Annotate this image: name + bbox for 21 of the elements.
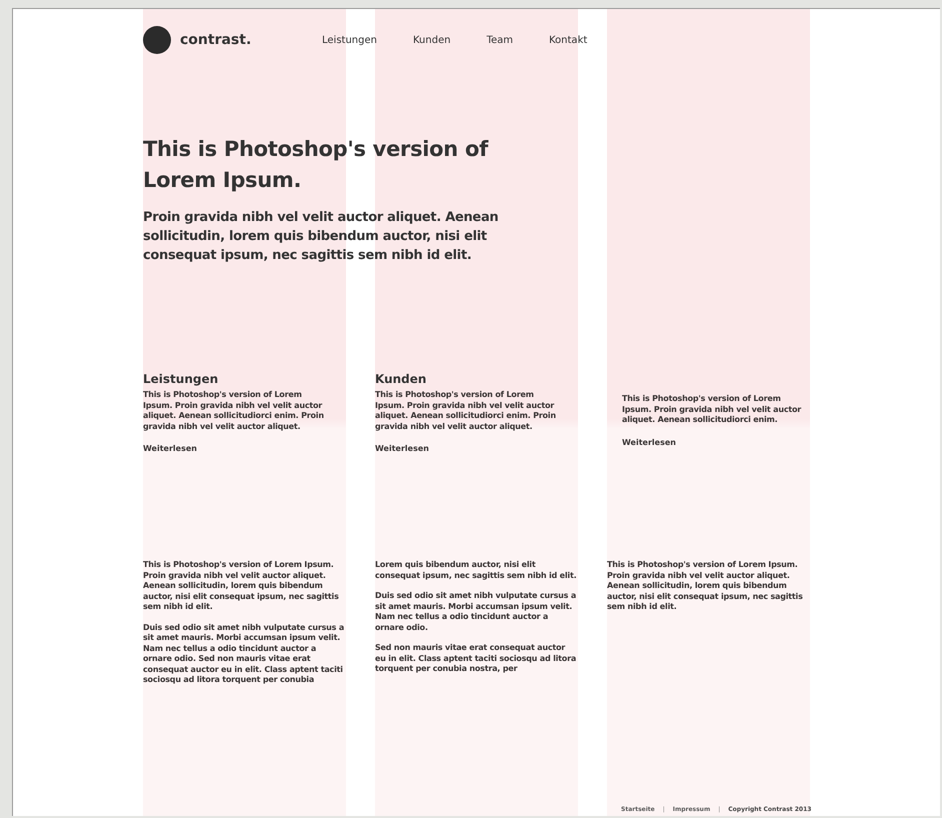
teaser-text: This is Photoshop's version of Lorem Ipsum. Proin gravida nibh vel velit auctor aliquet. Aenean sollicitudiorci enim.: [622, 394, 802, 426]
read-more-link[interactable]: Weiterlesen: [622, 438, 676, 446]
body-paragraph: Duis sed odio sit amet nibh vulputate cursus a sit amet mauris. Morbi accumsan ipsum velit. Nam nec tellus a odio tincidunt auctor a ornare odio.: [375, 591, 578, 633]
hero-title: This is Photoshop's version of Lorem Ipsum.: [143, 136, 490, 194]
read-more-link[interactable]: Weiterlesen: [375, 444, 429, 453]
teaser-text: This is Photoshop's version of Lorem Ipsum. Proin gravida nibh vel velit auctor aliquet. Aenean sollicitudiorci enim. Proin gravida nibh vel velit auctor aliquet.: [143, 390, 325, 432]
section-heading: Leistungen: [143, 372, 220, 386]
body-paragraph: Lorem quis bibendum auctor, nisi elit consequat ipsum, nec sagittis sem nibh id elit.: [375, 560, 578, 581]
read-more-link[interactable]: Weiterlesen: [143, 444, 197, 453]
body-paragraph: This is Photoshop's version of Lorem Ipsum. Proin gravida nibh vel velit auctor aliquet. Aenean sollicitudin, lorem quis bibendum auctor, nisi elit consequat ipsum, nec sagittis sem nibh id elit.: [607, 560, 804, 612]
body-paragraph: Sed non mauris vitae erat consequat auctor eu in elit. Class aptent taciti sociosqu ad litora torquent per conubia nostra, per: [375, 643, 578, 674]
logo-text: contrast.: [180, 32, 252, 48]
nav-link[interactable]: Team: [486, 34, 513, 46]
body-paragraph: This is Photoshop's version of Lorem Ipsum. Proin gravida nibh vel velit auctor aliquet. Aenean sollicitudin, lorem quis bibendum auctor, nisi elit consequat ipsum, nec sagittis sem nibh id elit.: [143, 560, 340, 612]
section-heading: Kunden: [375, 372, 428, 386]
body-paragraph: Duis sed odio sit amet nibh vulputate cursus a sit amet mauris. Morbi accumsan ipsum velit. Nam nec tellus a odio tincidunt auctor a ornare odio. Sed non mauris vitae erat consequat auctor eu in elit. Class aptent taciti sociosqu ad litora torquent per conubia: [143, 622, 346, 686]
teaser-text: This is Photoshop's version of Lorem Ipsum. Proin gravida nibh vel velit auctor aliquet. Aenean sollicitudiorci enim. Proin gravida nibh vel velit auctor aliquet.: [375, 390, 557, 432]
nav-link[interactable]: Leistungen: [322, 34, 377, 46]
nav-link[interactable]: Kunden: [412, 34, 451, 46]
nav-link[interactable]: Kontakt: [549, 34, 588, 46]
hero-lead: Proin gravida nibh vel velit auctor aliquet. Aenean sollicitudin, lorem quis bibendum auctor, nisi elit consequat ipsum, nec sagittis sem nibh id elit.: [143, 209, 500, 265]
